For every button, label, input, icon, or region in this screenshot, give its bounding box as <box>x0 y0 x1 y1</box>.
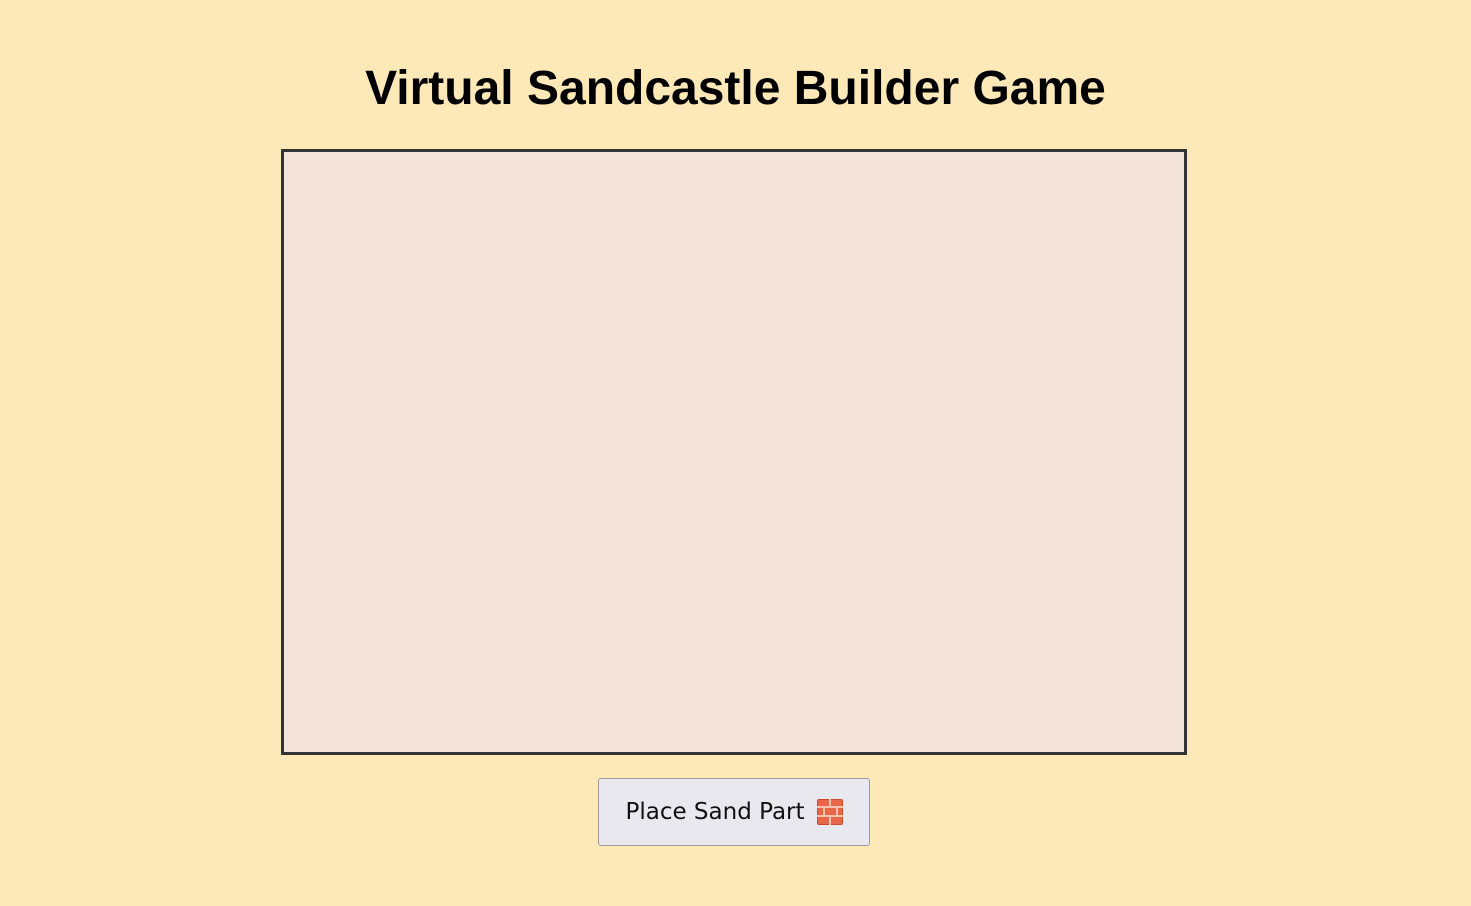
sandcastle-board[interactable] <box>281 149 1187 755</box>
game-page: Virtual Sandcastle Builder Game Place Sa… <box>0 0 1471 906</box>
brick-icon <box>816 799 843 825</box>
place-sand-part-label: Place Sand Part <box>625 799 805 825</box>
page-title: Virtual Sandcastle Builder Game <box>365 62 1106 115</box>
place-sand-part-button[interactable]: Place Sand Part <box>598 778 870 846</box>
